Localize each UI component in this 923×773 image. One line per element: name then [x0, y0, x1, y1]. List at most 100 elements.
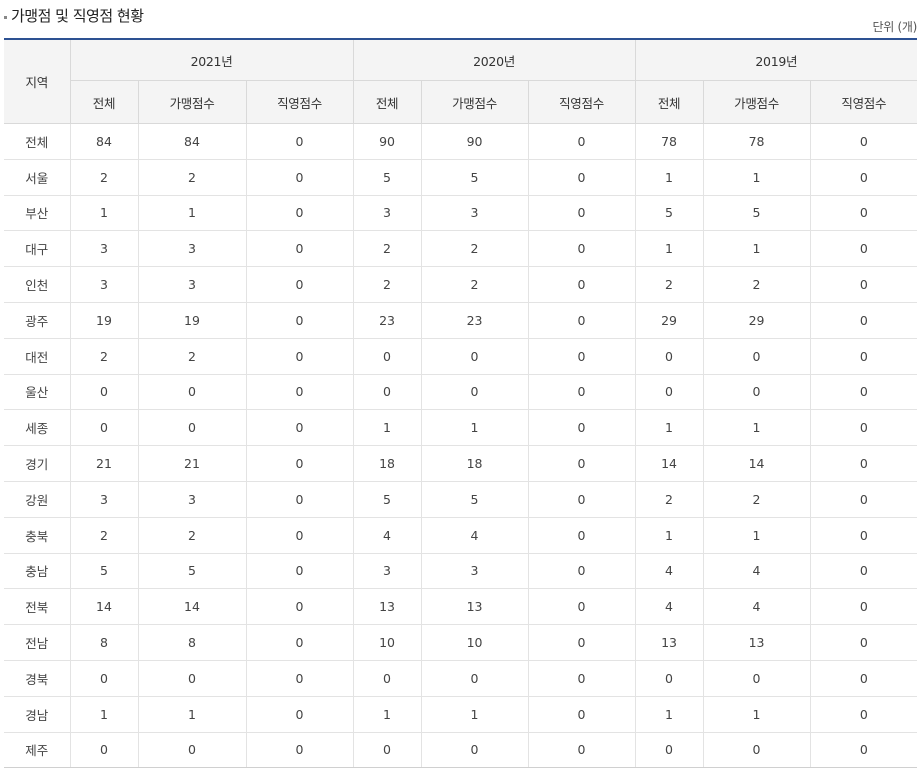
region-cell: 제주 [4, 732, 70, 769]
count-cell: 3 [420, 553, 529, 590]
count-cell: 2 [137, 338, 246, 375]
count-cell: 0 [527, 230, 636, 268]
count-cell: 0 [702, 338, 811, 375]
region-cell: 부산 [4, 195, 70, 232]
count-cell: 0 [245, 481, 354, 518]
count-cell: 0 [809, 266, 918, 303]
count-cell: 0 [527, 195, 636, 232]
count-cell: 0 [69, 374, 138, 411]
count-cell: 21 [137, 445, 246, 482]
count-cell: 0 [809, 732, 918, 769]
count-cell: 0 [245, 517, 354, 554]
count-cell: 0 [69, 409, 138, 447]
count-cell: 23 [420, 302, 529, 339]
header-region: 지역 [4, 38, 71, 124]
count-cell: 0 [527, 624, 636, 661]
count-cell: 0 [809, 123, 918, 160]
count-cell: 19 [137, 302, 246, 339]
count-cell: 2 [702, 481, 811, 518]
region-cell: 전남 [4, 624, 70, 661]
count-cell: 0 [527, 123, 636, 160]
count-cell: 0 [634, 732, 704, 769]
table-row: 제주 0 0 0 0 0 0 0 0 0 [4, 732, 918, 769]
count-cell: 3 [69, 266, 138, 303]
count-cell: 0 [809, 230, 918, 268]
region-cell: 울산 [4, 374, 70, 411]
count-cell: 0 [420, 660, 529, 697]
count-cell: 8 [137, 624, 246, 661]
count-cell: 5 [420, 481, 529, 518]
count-cell: 0 [69, 660, 138, 697]
count-cell: 0 [809, 374, 918, 411]
count-cell: 0 [809, 553, 918, 590]
count-cell: 0 [245, 159, 354, 196]
count-cell: 0 [809, 445, 918, 482]
table-row: 경기 21 21 0 18 18 0 14 14 0 [4, 445, 918, 482]
count-cell: 84 [137, 123, 246, 160]
table-row: 울산 0 0 0 0 0 0 0 0 0 [4, 374, 918, 411]
count-cell: 3 [137, 481, 246, 518]
count-cell: 1 [137, 195, 246, 232]
count-cell: 3 [352, 553, 422, 590]
count-cell: 3 [137, 230, 246, 268]
table-row: 전남 8 8 0 10 10 0 13 13 0 [4, 624, 918, 661]
table-row: 대전 2 2 0 0 0 0 0 0 0 [4, 338, 918, 375]
count-cell: 0 [809, 481, 918, 518]
header-year: 2019년 [634, 38, 918, 81]
count-cell: 29 [702, 302, 811, 339]
count-cell: 18 [352, 445, 422, 482]
count-cell: 1 [137, 696, 246, 733]
count-cell: 0 [809, 696, 918, 733]
count-cell: 0 [245, 230, 354, 268]
count-cell: 3 [352, 195, 422, 232]
count-cell: 2 [420, 230, 529, 268]
count-cell: 4 [634, 588, 704, 626]
count-cell: 0 [420, 338, 529, 375]
count-cell: 0 [245, 660, 354, 697]
count-cell: 13 [420, 588, 529, 626]
count-cell: 13 [352, 588, 422, 626]
count-cell: 0 [245, 338, 354, 375]
count-cell: 4 [420, 517, 529, 554]
count-cell: 90 [420, 123, 529, 160]
table-row: 전체 84 84 0 90 90 0 78 78 0 [4, 123, 918, 160]
count-cell: 2 [69, 517, 138, 554]
stores-table: 지역 2021년 2020년 2019년 전체 가맹점수 직영점수 전체 가맹점… [4, 38, 918, 769]
count-cell: 0 [137, 409, 246, 447]
header-franchise-count: 가맹점수 [702, 80, 811, 124]
count-cell: 0 [527, 266, 636, 303]
count-cell: 0 [352, 338, 422, 375]
count-cell: 0 [527, 445, 636, 482]
count-cell: 1 [634, 409, 704, 447]
region-cell: 대구 [4, 230, 70, 268]
count-cell: 14 [137, 588, 246, 626]
count-cell: 1 [702, 517, 811, 554]
count-cell: 3 [69, 230, 138, 268]
bullet-icon [4, 16, 7, 19]
count-cell: 5 [352, 481, 422, 518]
count-cell: 0 [137, 660, 246, 697]
count-cell: 1 [702, 409, 811, 447]
table-row: 충북 2 2 0 4 4 0 1 1 0 [4, 517, 918, 554]
count-cell: 2 [352, 266, 422, 303]
count-cell: 1 [702, 230, 811, 268]
table-row: 경북 0 0 0 0 0 0 0 0 0 [4, 660, 918, 697]
header-franchise-count: 가맹점수 [420, 80, 529, 124]
count-cell: 0 [702, 374, 811, 411]
count-cell: 2 [352, 230, 422, 268]
count-cell: 1 [702, 696, 811, 733]
region-cell: 대전 [4, 338, 70, 375]
count-cell: 0 [527, 159, 636, 196]
count-cell: 0 [527, 588, 636, 626]
count-cell: 13 [702, 624, 811, 661]
count-cell: 1 [634, 696, 704, 733]
region-cell: 전체 [4, 123, 70, 160]
count-cell: 2 [634, 266, 704, 303]
count-cell: 0 [137, 374, 246, 411]
region-cell: 인천 [4, 266, 70, 303]
count-cell: 0 [809, 302, 918, 339]
count-cell: 0 [245, 409, 354, 447]
count-cell: 4 [634, 553, 704, 590]
count-cell: 0 [245, 624, 354, 661]
header-total: 전체 [69, 80, 139, 124]
